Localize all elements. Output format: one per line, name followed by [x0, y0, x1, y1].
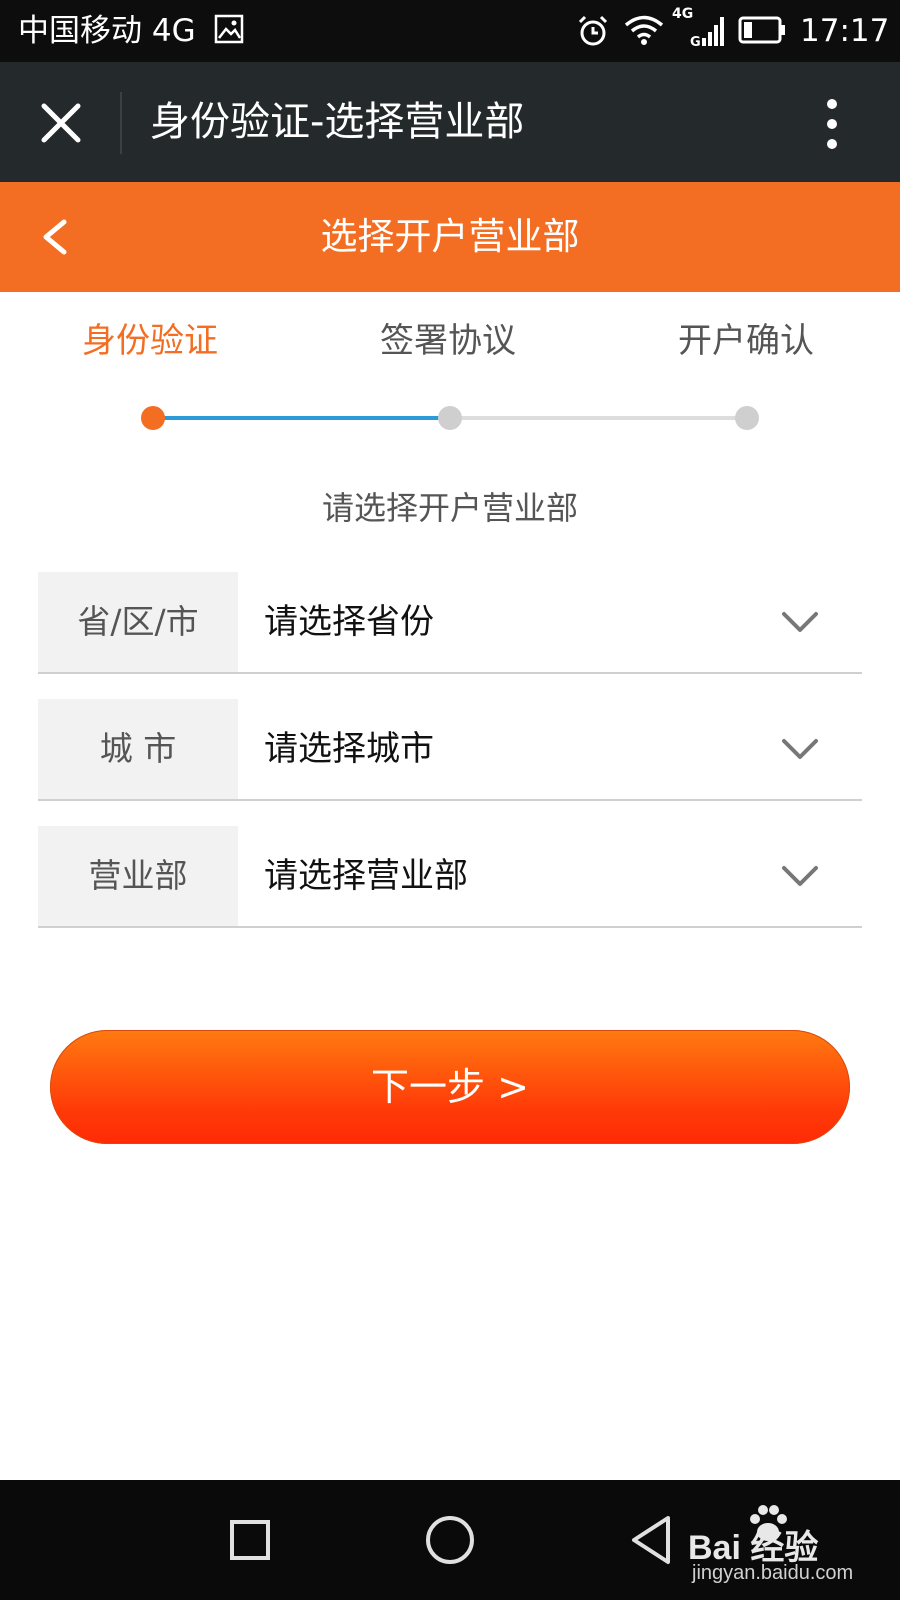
svg-text:G: G: [690, 35, 701, 48]
nav-bar: 选择开户营业部: [0, 182, 900, 292]
page-title: 身份验证-选择营业部: [150, 99, 525, 145]
branch-select[interactable]: 营业部 请选择营业部: [38, 826, 862, 928]
home-icon[interactable]: [424, 1514, 476, 1566]
step-progress-line-active: [162, 416, 450, 420]
back-triangle-icon[interactable]: [628, 1512, 674, 1568]
next-step-button[interactable]: 下一步 >: [50, 1030, 850, 1144]
watermark-url: jingyan.baidu.com: [692, 1562, 854, 1584]
step-agreement-label: 签署协议: [380, 321, 516, 361]
province-label: 省/区/市: [38, 572, 238, 672]
more-vertical-icon[interactable]: [812, 96, 852, 152]
alarm-icon: [578, 15, 608, 46]
header-divider: [120, 92, 122, 154]
step-progress-line-pending: [450, 416, 748, 420]
step-identity-label: 身份验证: [82, 321, 218, 361]
chevron-down-icon: [782, 739, 818, 759]
city-select[interactable]: 城 市 请选择城市: [38, 699, 862, 801]
status-bar: 中国移动 4G 4G G 17:17: [0, 0, 900, 62]
wifi-icon: [624, 15, 664, 45]
back-chevron-icon[interactable]: [34, 212, 74, 262]
step-dot-pending: [438, 406, 462, 430]
province-value: 请选择省份: [264, 602, 434, 642]
branch-label: 营业部: [38, 826, 238, 926]
city-value: 请选择城市: [264, 729, 434, 769]
recent-apps-icon[interactable]: [228, 1518, 272, 1562]
province-select[interactable]: 省/区/市 请选择省份: [38, 572, 862, 674]
step-dot-current: [141, 406, 165, 430]
chevron-down-icon: [782, 866, 818, 886]
branch-value: 请选择营业部: [264, 856, 468, 896]
image-icon: [214, 14, 244, 44]
signal-icon: G: [690, 17, 724, 48]
carrier-label: 中国移动 4G: [18, 13, 196, 49]
city-label: 城 市: [38, 699, 238, 799]
close-icon[interactable]: [36, 98, 86, 148]
clock: 17:17: [800, 13, 890, 49]
step-dot-pending: [735, 406, 759, 430]
battery-icon: [738, 16, 785, 44]
baidu-jingyan-watermark: Bai 经验 jingyan.baidu.com: [688, 1502, 888, 1592]
select-prompt: 请选择开户营业部: [321, 489, 578, 527]
nav-title: 选择开户营业部: [320, 215, 580, 258]
app-header: 身份验证-选择营业部: [0, 62, 900, 182]
chevron-down-icon: [782, 612, 818, 632]
step-confirm-label: 开户确认: [678, 321, 814, 361]
